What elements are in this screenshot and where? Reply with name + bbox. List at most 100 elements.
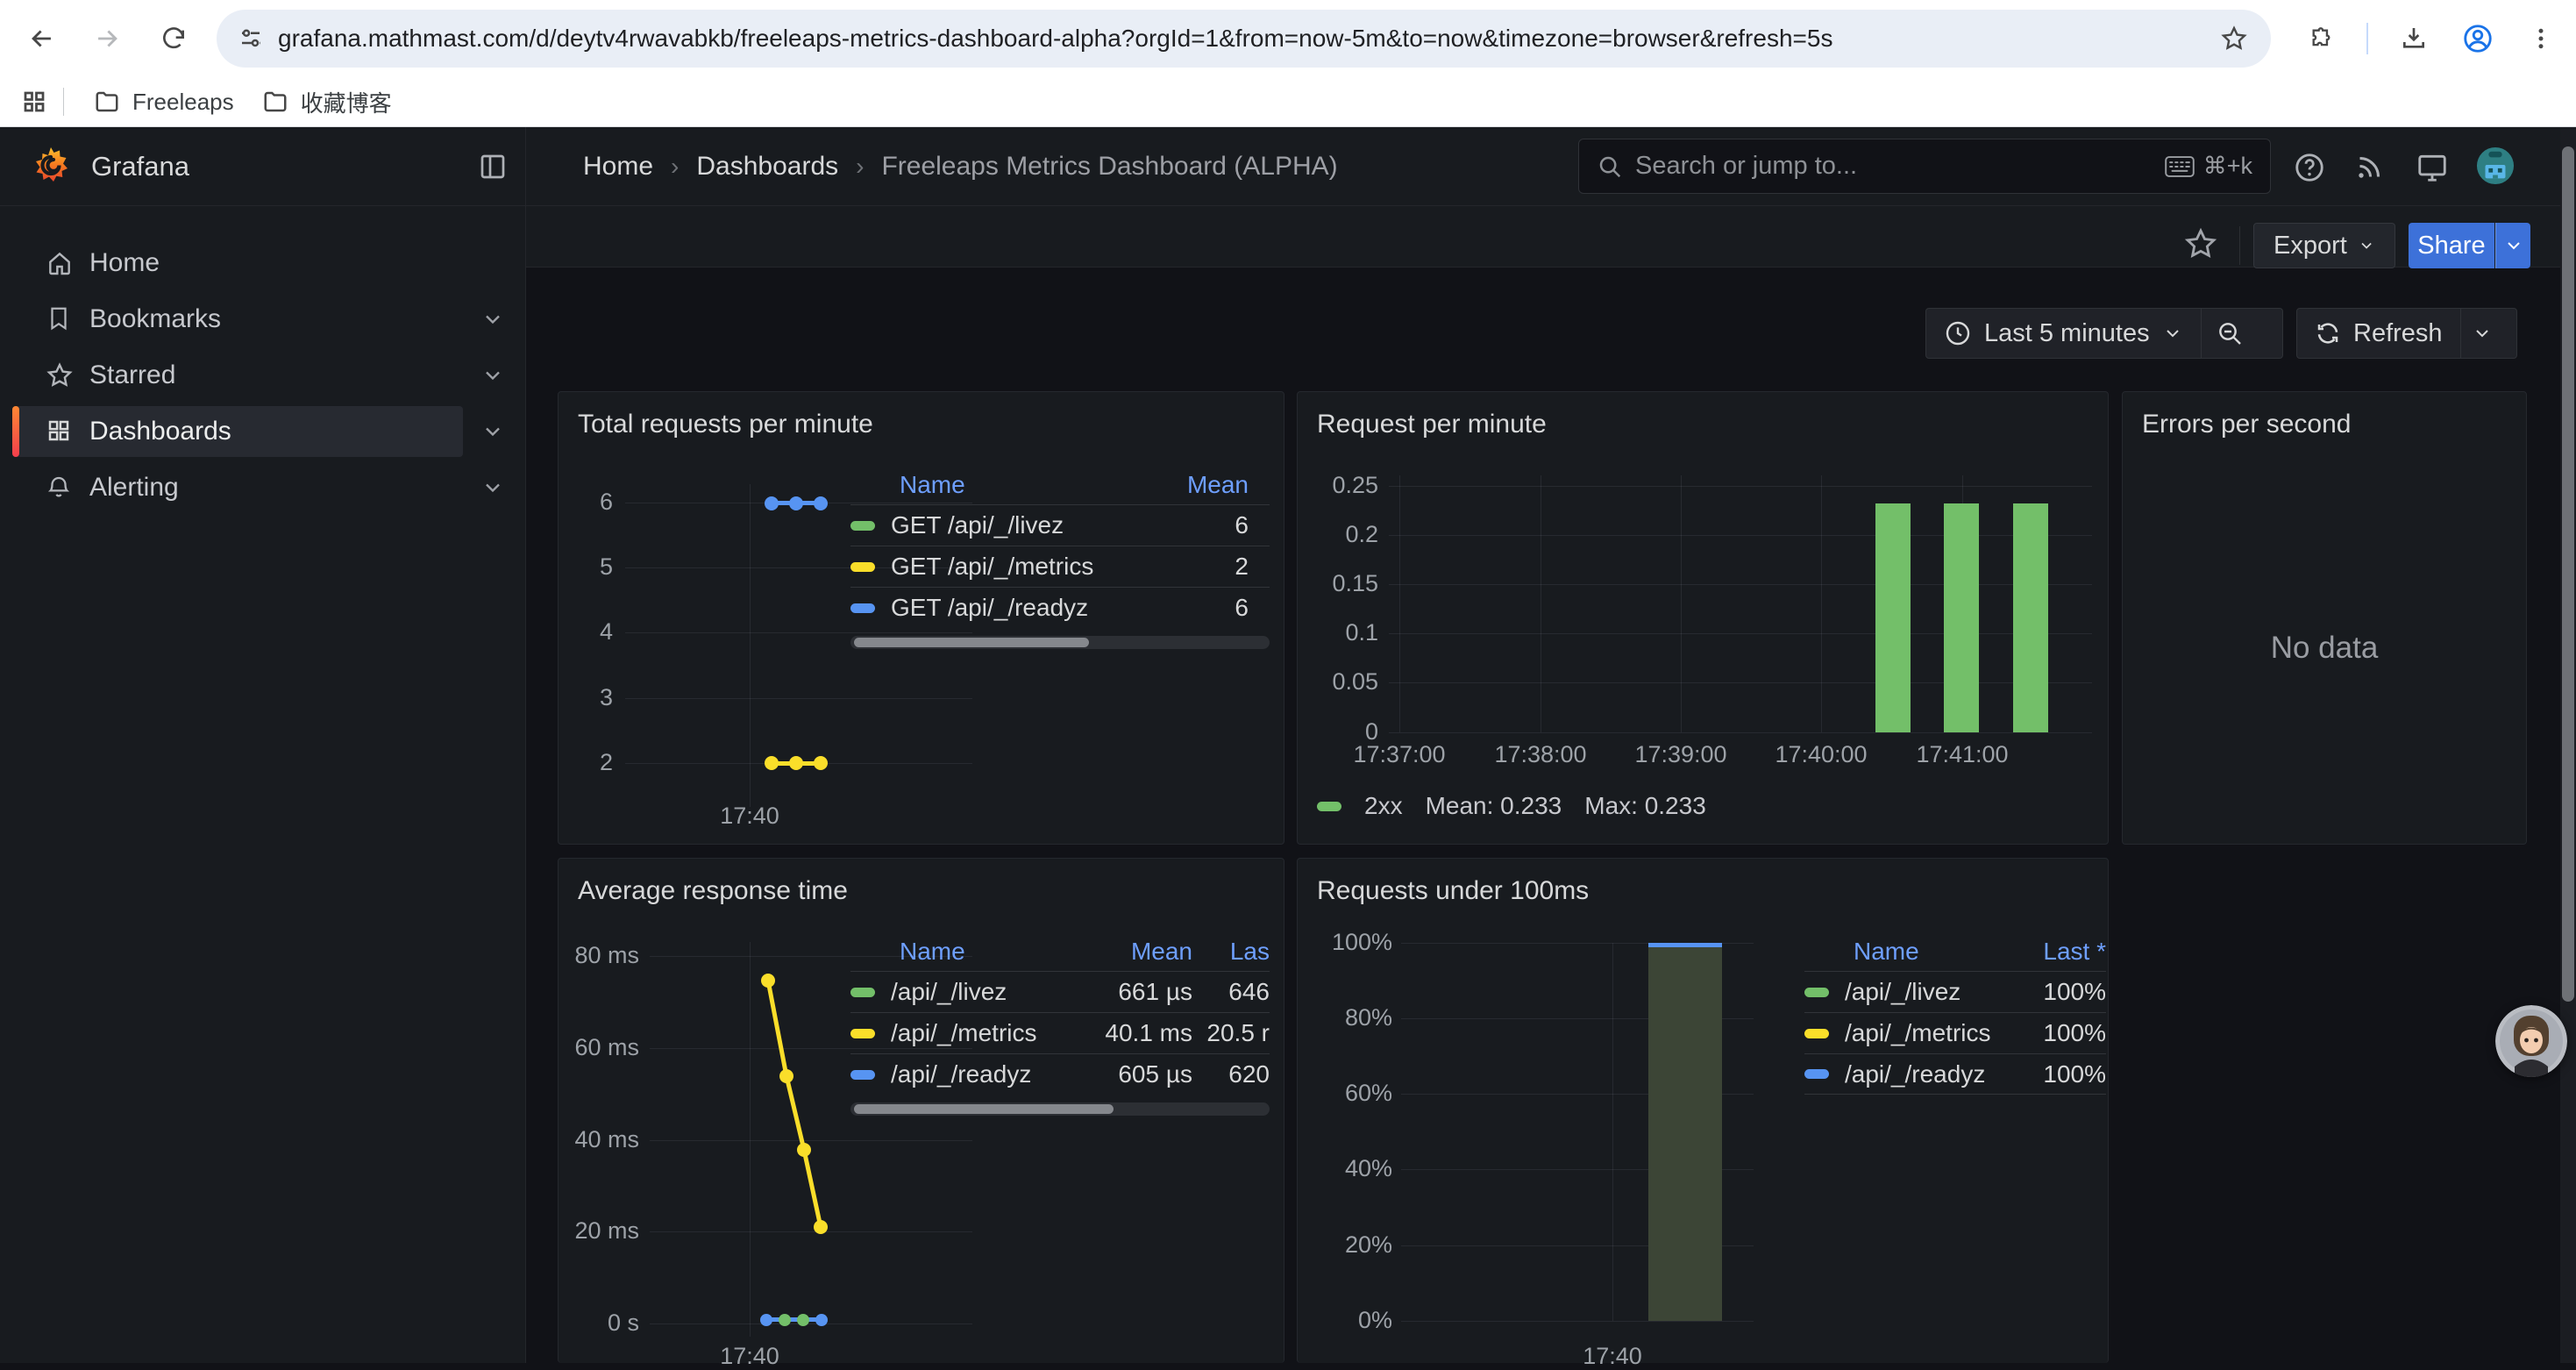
legend-header-name[interactable]: Name bbox=[850, 938, 1061, 966]
search-placeholder: Search or jump to... bbox=[1635, 152, 2165, 181]
panel-title[interactable]: Request per minute bbox=[1317, 410, 1547, 439]
legend-scrollbar[interactable] bbox=[850, 1102, 1270, 1116]
user-avatar[interactable] bbox=[2476, 146, 2515, 185]
legend-row[interactable]: /api/_/readyz 605 µs 620 bbox=[850, 1053, 1270, 1095]
legend-max: Max: 0.233 bbox=[1584, 792, 1706, 820]
zoom-out-button[interactable] bbox=[2202, 309, 2258, 358]
legend-row[interactable]: /api/_/livez 100% bbox=[1804, 971, 2106, 1012]
area-fill-100pct bbox=[1648, 943, 1722, 1321]
site-info-icon[interactable] bbox=[238, 25, 264, 52]
panel-title[interactable]: Requests under 100ms bbox=[1317, 876, 1589, 906]
extensions-icon[interactable] bbox=[2295, 12, 2348, 65]
share-button[interactable]: Share bbox=[2409, 223, 2494, 268]
time-range-group: Last 5 minutes bbox=[1925, 308, 2283, 359]
legend-row[interactable]: /api/_/readyz 100% bbox=[1804, 1053, 2106, 1095]
grafana-header: Grafana Home › Dashboards › Freeleaps Me… bbox=[0, 127, 2560, 206]
zoom-out-icon bbox=[2216, 319, 2244, 347]
sidebar-selected-accent bbox=[12, 406, 19, 457]
apps-grid-icon[interactable] bbox=[21, 89, 47, 115]
bookmark-star-icon[interactable] bbox=[2220, 25, 2248, 53]
share-dropdown-button[interactable] bbox=[2495, 223, 2530, 268]
monitor-icon[interactable] bbox=[2413, 148, 2451, 187]
chevron-down-icon[interactable] bbox=[480, 419, 505, 444]
series-swatch-green bbox=[1317, 802, 1341, 811]
breadcrumb-dashboards[interactable]: Dashboards bbox=[696, 152, 838, 182]
search-shortcut: ⌘+k bbox=[2165, 153, 2252, 180]
sidebar-item-label: Starred bbox=[89, 360, 175, 390]
legend-row[interactable]: GET /api/_/readyz 6 bbox=[850, 587, 1270, 628]
series-swatch-blue bbox=[1804, 1069, 1829, 1079]
series-swatch-blue bbox=[850, 603, 875, 613]
search-input[interactable]: Search or jump to... ⌘+k bbox=[1578, 139, 2271, 194]
legend-scrollbar-thumb[interactable] bbox=[854, 638, 1089, 647]
refresh-interval-dropdown[interactable] bbox=[2461, 309, 2503, 358]
news-rss-icon[interactable] bbox=[2350, 148, 2388, 187]
chevron-down-icon[interactable] bbox=[480, 363, 505, 388]
help-icon[interactable] bbox=[2290, 148, 2329, 187]
download-icon[interactable] bbox=[2387, 12, 2440, 65]
chevron-down-icon bbox=[2472, 323, 2493, 344]
legend-mean: Mean: 0.233 bbox=[1426, 792, 1562, 820]
sidebar-item-starred[interactable]: Starred bbox=[0, 350, 526, 401]
legend-header-name[interactable]: Name bbox=[850, 471, 1156, 499]
series-swatch-green bbox=[1804, 988, 1829, 997]
legend-header-last[interactable]: Las bbox=[1192, 938, 1270, 966]
chevron-down-icon[interactable] bbox=[480, 475, 505, 500]
refresh-button[interactable]: Refresh bbox=[2297, 309, 2460, 358]
address-bar[interactable]: grafana.mathmast.com/d/deytv4rwavabkb/fr… bbox=[217, 10, 2271, 68]
grafana-brand-label: Grafana bbox=[91, 151, 189, 182]
sidebar-item-label: Bookmarks bbox=[89, 304, 221, 334]
legend-scrollbar-thumb[interactable] bbox=[854, 1104, 1114, 1114]
reload-icon[interactable] bbox=[147, 12, 200, 65]
sidebar-item-home[interactable]: Home bbox=[0, 238, 526, 289]
profile-icon[interactable] bbox=[2451, 12, 2504, 65]
legend-row[interactable]: /api/_/metrics 100% bbox=[1804, 1012, 2106, 1053]
bookmark-folder-freeleaps[interactable]: Freeleaps bbox=[80, 83, 248, 121]
assistant-avatar[interactable] bbox=[2495, 1005, 2567, 1077]
legend-row[interactable]: GET /api/_/livez 6 bbox=[850, 504, 1270, 546]
time-range-picker[interactable]: Last 5 minutes bbox=[1926, 309, 2201, 358]
export-button[interactable]: Export bbox=[2253, 223, 2395, 268]
breadcrumb-home[interactable]: Home bbox=[583, 152, 653, 182]
grafana-logo-icon[interactable] bbox=[30, 146, 72, 188]
chevron-down-icon bbox=[2358, 235, 2375, 256]
series-swatch-yellow bbox=[1804, 1029, 1829, 1038]
back-icon[interactable] bbox=[16, 12, 68, 65]
legend-header-mean[interactable]: Mean bbox=[1156, 471, 1270, 499]
legend-row[interactable]: /api/_/livez 661 µs 646 bbox=[850, 971, 1270, 1012]
bookmark-folder-blogs[interactable]: 收藏博客 bbox=[248, 81, 406, 124]
forward-icon[interactable] bbox=[81, 12, 133, 65]
sidebar-selected-bg bbox=[12, 406, 463, 457]
bookmark-folder-label: Freeleaps bbox=[132, 89, 234, 116]
panel-title[interactable]: Errors per second bbox=[2142, 410, 2351, 439]
url-text[interactable]: grafana.mathmast.com/d/deytv4rwavabkb/fr… bbox=[278, 25, 2197, 53]
panel-request-per-minute: Request per minute 0.25 0.2 0.15 0.1 0.0… bbox=[1297, 391, 2109, 845]
legend-scrollbar[interactable] bbox=[850, 636, 1270, 649]
legend-header-name[interactable]: Name bbox=[1804, 938, 2001, 966]
sidebar-item-alerting[interactable]: Alerting bbox=[0, 462, 526, 513]
menu-kebab-icon[interactable] bbox=[2515, 12, 2567, 65]
sidebar-item-dashboards[interactable]: Dashboards bbox=[0, 406, 526, 457]
time-range-label: Last 5 minutes bbox=[1984, 319, 2150, 348]
toolbar-divider bbox=[2366, 23, 2368, 54]
legend-header-mean[interactable]: Mean bbox=[1061, 938, 1192, 966]
legend-header-last[interactable]: Last * bbox=[2001, 938, 2106, 966]
bookmark-folder-label: 收藏博客 bbox=[301, 86, 392, 118]
sidebar-item-label: Home bbox=[89, 248, 160, 278]
page-scrollbar-thumb[interactable] bbox=[2562, 146, 2574, 1002]
sidebar-toggle-icon[interactable] bbox=[473, 148, 512, 185]
star-icon bbox=[46, 361, 74, 389]
breadcrumb: Home › Dashboards › Freeleaps Metrics Da… bbox=[583, 127, 1338, 205]
favorite-star-icon[interactable] bbox=[2183, 226, 2222, 265]
legend-row[interactable]: /api/_/metrics 40.1 ms 20.5 r bbox=[850, 1012, 1270, 1053]
sidebar-item-bookmarks[interactable]: Bookmarks bbox=[0, 294, 526, 345]
legend-table: Name Mean Las /api/_/livez 661 µs 646 /a… bbox=[850, 932, 1270, 1116]
clock-icon bbox=[1944, 319, 1972, 347]
page-scrollbar[interactable] bbox=[2560, 127, 2576, 1363]
legend-row[interactable]: GET /api/_/metrics 2 bbox=[850, 546, 1270, 587]
chevron-down-icon[interactable] bbox=[480, 307, 505, 332]
sidebar-item-label: Alerting bbox=[89, 473, 179, 503]
bell-icon bbox=[46, 474, 74, 502]
legend[interactable]: 2xx Mean: 0.233 Max: 0.233 bbox=[1317, 792, 1706, 820]
panel-title[interactable]: Total requests per minute bbox=[578, 410, 873, 439]
